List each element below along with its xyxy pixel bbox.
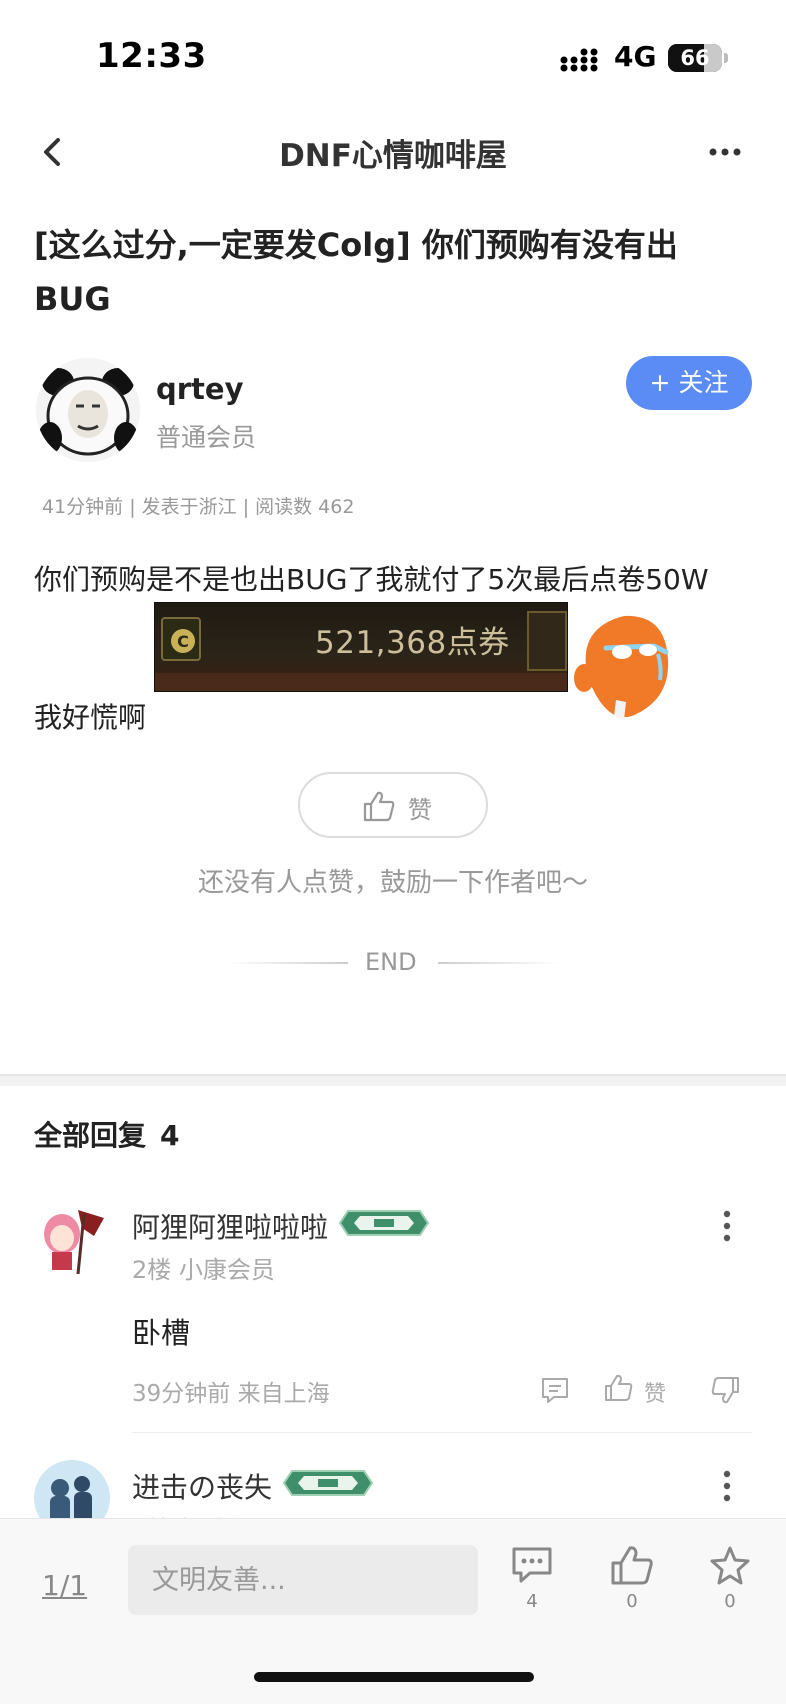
- replies-count: 4: [160, 1119, 180, 1152]
- end-divider-left: [226, 962, 348, 964]
- author-avatar[interactable]: [36, 358, 140, 462]
- star-icon: [710, 1546, 750, 1585]
- battery-tip: [724, 53, 728, 63]
- post-body-text-2: 我好慌啊: [34, 701, 147, 734]
- reply-author-name[interactable]: 阿狸阿狸啦啦啦: [132, 1206, 328, 1246]
- like-button[interactable]: 赞: [298, 772, 488, 838]
- reply-content: 卧槽: [132, 1316, 191, 1350]
- reply-time-location: 39分钟前 来自上海: [132, 1381, 330, 1407]
- thumbs-up-icon: [611, 1546, 653, 1585]
- home-indicator: [254, 1672, 534, 1682]
- reply-thumbs-down-icon[interactable]: [710, 1376, 740, 1404]
- more-horizontal-icon[interactable]: [708, 146, 742, 158]
- reply-divider: [132, 1432, 752, 1433]
- thumbs-up-icon: [363, 791, 395, 822]
- battery-percent: 66: [680, 46, 710, 70]
- post-title: [这么过分,一定要发Colg] 你们预购有没有出BUG: [34, 226, 678, 318]
- reply-author-name-2[interactable]: 进击の丧失: [132, 1466, 272, 1506]
- level-badge-icon: [338, 1210, 430, 1236]
- like-label: 赞: [408, 796, 432, 824]
- more-vertical-icon-2[interactable]: [722, 1470, 732, 1502]
- replies-header-label: 全部回复: [34, 1119, 147, 1152]
- post-body-text: 你们预购是不是也出BUG了我就付了5次最后点卷50W: [34, 563, 709, 596]
- reply-avatar[interactable]: [34, 1200, 110, 1276]
- end-divider-right: [438, 962, 560, 964]
- coupon-side-icon: [527, 611, 567, 671]
- like-hint: 还没有人点赞，鼓励一下作者吧～: [197, 868, 588, 898]
- level-badge-icon-2: [282, 1470, 374, 1496]
- nav-bar: DNF心情咖啡屋: [0, 110, 786, 194]
- replies-header: 全部回复 4: [34, 1114, 180, 1154]
- page-indicator[interactable]: 1/1: [42, 1569, 87, 1602]
- like-count: 0: [626, 1591, 638, 1612]
- svg-text:C: C: [177, 632, 189, 651]
- more-vertical-icon[interactable]: [722, 1210, 732, 1242]
- coupon-currency-icon: C: [161, 617, 201, 661]
- network-type: 4G: [614, 40, 657, 73]
- panda-meme-avatar-icon: [36, 358, 140, 462]
- reply-like-label[interactable]: 赞: [644, 1376, 666, 1408]
- comment-input[interactable]: [128, 1545, 478, 1615]
- author-level: 普通会员: [156, 423, 257, 452]
- follow-button[interactable]: + 关注: [626, 356, 752, 410]
- comment-icon: [512, 1547, 552, 1583]
- status-time: 12:33: [96, 36, 207, 76]
- comment-count: 4: [526, 1591, 538, 1612]
- like-count-button[interactable]: 0: [602, 1545, 662, 1625]
- crying-orange-face-sticker-icon: [574, 615, 669, 720]
- anime-character-avatar-icon: [34, 1200, 110, 1276]
- status-bar: 12:33 4G 66: [0, 0, 786, 110]
- battery-icon: 66: [668, 44, 722, 72]
- reply-comment-icon[interactable]: [540, 1376, 570, 1404]
- coupon-amount: 521,368点券: [315, 625, 510, 661]
- end-label: END: [365, 948, 417, 976]
- author-name[interactable]: qrtey: [156, 372, 244, 406]
- comment-count-button[interactable]: 4: [502, 1545, 562, 1625]
- reply-thumbs-up-icon[interactable]: [604, 1374, 634, 1402]
- favorite-count: 0: [724, 1591, 736, 1612]
- favorite-count-button[interactable]: 0: [700, 1545, 760, 1625]
- image-bottom-strip: [155, 673, 567, 691]
- reply-floor-level: 2楼 小康会员: [132, 1256, 275, 1284]
- section-divider: [0, 1074, 786, 1086]
- game-screenshot-image[interactable]: C 521,368点券: [154, 602, 568, 692]
- post-meta: 41分钟前 | 发表于浙江 | 阅读数 462: [42, 496, 355, 518]
- signal-strength-icon: [560, 48, 598, 72]
- page-title: DNF心情咖啡屋: [279, 138, 507, 174]
